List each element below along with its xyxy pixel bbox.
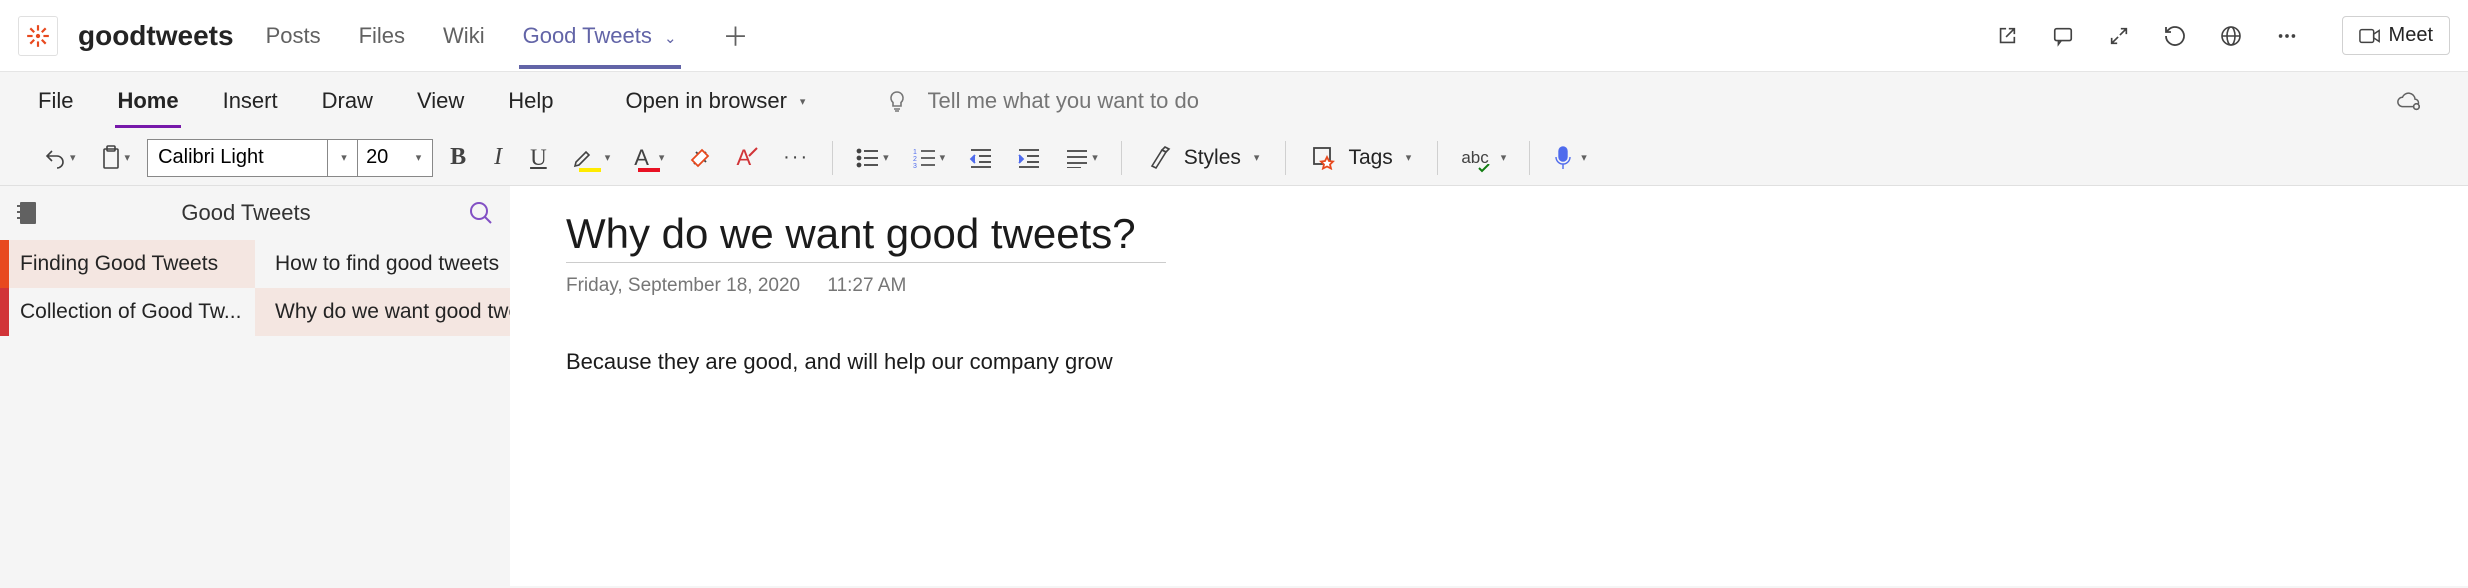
more-formatting-button[interactable]: ··· bbox=[776, 140, 816, 176]
clipboard-button[interactable]: ▾ bbox=[93, 140, 138, 176]
channel-logo bbox=[18, 16, 58, 56]
styles-button[interactable]: Styles ▾ bbox=[1138, 141, 1270, 175]
undo-button[interactable]: ▾ bbox=[36, 140, 83, 176]
divider bbox=[1529, 141, 1530, 175]
tab-files[interactable]: Files bbox=[355, 3, 409, 69]
chat-icon[interactable] bbox=[2050, 23, 2076, 49]
open-in-browser-label: Open in browser bbox=[626, 88, 787, 114]
font-selector: ▾ ▾ bbox=[147, 139, 433, 177]
share-icon[interactable] bbox=[1994, 23, 2020, 49]
sections-column: Finding Good Tweets Collection of Good T… bbox=[0, 240, 255, 586]
bold-button[interactable]: B bbox=[443, 140, 473, 176]
nav-header: Good Tweets bbox=[0, 186, 510, 240]
chevron-down-icon: ▾ bbox=[800, 95, 806, 108]
open-in-browser-button[interactable]: Open in browser ▾ bbox=[626, 88, 806, 114]
align-button[interactable]: ▾ bbox=[1058, 140, 1105, 176]
page-item[interactable]: How to find good tweets bbox=[255, 240, 510, 288]
font-color-button[interactable]: A▾ bbox=[627, 140, 671, 176]
tab-good-tweets[interactable]: Good Tweets ⌄ bbox=[519, 3, 681, 69]
team-name[interactable]: goodtweets bbox=[78, 20, 234, 52]
svg-text:2: 2 bbox=[913, 156, 917, 163]
teams-channel-header: goodtweets Posts Files Wiki Good Tweets … bbox=[0, 0, 2468, 72]
notebook-title[interactable]: Good Tweets bbox=[24, 200, 468, 226]
tab-wiki[interactable]: Wiki bbox=[439, 3, 489, 69]
indent-button[interactable] bbox=[1010, 140, 1048, 176]
page-date: Friday, September 18, 2020 bbox=[566, 275, 800, 296]
number-list-button[interactable]: 123▾ bbox=[906, 140, 953, 176]
cloud-sync-icon[interactable] bbox=[2396, 88, 2422, 114]
styles-label: Styles bbox=[1184, 146, 1241, 170]
font-name-dropdown[interactable]: ▾ bbox=[328, 140, 358, 176]
italic-button[interactable]: I bbox=[483, 140, 513, 176]
ribbon-tab-home[interactable]: Home bbox=[115, 74, 180, 128]
page-time: 11:27 AM bbox=[827, 275, 906, 296]
formatting-toolbar: ▾ ▾ ▾ ▾ B I U ▾ A▾ A ··· ▾ 123▾ ▾ Styles… bbox=[0, 130, 2468, 186]
format-painter-button[interactable]: A bbox=[729, 140, 766, 176]
nav-columns: Finding Good Tweets Collection of Good T… bbox=[0, 240, 510, 586]
styles-icon bbox=[1148, 146, 1174, 170]
highlight-button[interactable]: ▾ bbox=[564, 140, 618, 176]
globe-icon[interactable] bbox=[2218, 23, 2244, 49]
bullet-list-button[interactable]: ▾ bbox=[849, 140, 896, 176]
search-icon[interactable] bbox=[468, 200, 494, 226]
chevron-down-icon: ▾ bbox=[1406, 151, 1412, 164]
section-item[interactable]: Finding Good Tweets bbox=[0, 240, 255, 288]
tab-label: Good Tweets bbox=[523, 23, 652, 48]
tags-button[interactable]: Tags ▾ bbox=[1302, 141, 1421, 175]
svg-text:1: 1 bbox=[913, 149, 917, 156]
tab-posts[interactable]: Posts bbox=[262, 3, 325, 69]
expand-icon[interactable] bbox=[2106, 23, 2132, 49]
font-size-input[interactable] bbox=[358, 140, 402, 176]
content-area: Good Tweets Finding Good Tweets Collecti… bbox=[0, 186, 2468, 586]
more-options-icon[interactable] bbox=[2274, 23, 2300, 49]
tell-me-input[interactable] bbox=[927, 88, 1327, 114]
meet-button[interactable]: Meet bbox=[2342, 16, 2450, 55]
divider bbox=[1121, 141, 1122, 175]
page-body[interactable]: Because they are good, and will help our… bbox=[566, 349, 2412, 375]
ribbon-tab-view[interactable]: View bbox=[415, 74, 466, 128]
page-title[interactable]: Why do we want good tweets? bbox=[566, 210, 1166, 263]
tell-me-search[interactable] bbox=[885, 88, 1327, 114]
underline-button[interactable]: U bbox=[523, 140, 554, 176]
divider bbox=[832, 141, 833, 175]
add-tab-button[interactable]: ＋ bbox=[723, 17, 749, 54]
section-item[interactable]: Collection of Good Tw... bbox=[0, 288, 255, 336]
page-item[interactable]: Why do we want good twe... bbox=[255, 288, 510, 336]
header-actions: Meet bbox=[1994, 16, 2450, 55]
page-canvas[interactable]: Why do we want good tweets? Friday, Sept… bbox=[510, 186, 2468, 586]
ribbon-tab-draw[interactable]: Draw bbox=[320, 74, 375, 128]
navigation-panel: Good Tweets Finding Good Tweets Collecti… bbox=[0, 186, 510, 586]
font-size-dropdown[interactable]: ▾ bbox=[402, 140, 432, 176]
pages-column: How to find good tweets Why do we want g… bbox=[255, 240, 510, 586]
svg-text:3: 3 bbox=[913, 163, 917, 168]
divider bbox=[1437, 141, 1438, 175]
video-icon bbox=[2359, 27, 2381, 45]
outdent-button[interactable] bbox=[962, 140, 1000, 176]
divider bbox=[1285, 141, 1286, 175]
tag-star-icon bbox=[1312, 146, 1338, 170]
font-name-input[interactable] bbox=[148, 140, 328, 176]
dictate-button[interactable]: ▾ bbox=[1546, 140, 1594, 176]
page-timestamp: Friday, September 18, 2020 11:27 AM bbox=[566, 275, 2412, 297]
ribbon-tab-help[interactable]: Help bbox=[506, 74, 555, 128]
lightbulb-icon bbox=[885, 89, 909, 113]
tags-label: Tags bbox=[1348, 146, 1392, 170]
ribbon-tab-file[interactable]: File bbox=[36, 74, 75, 128]
refresh-icon[interactable] bbox=[2162, 23, 2188, 49]
clear-formatting-button[interactable] bbox=[681, 140, 719, 176]
spellcheck-button[interactable]: abc▾ bbox=[1454, 140, 1513, 176]
ribbon-tab-insert[interactable]: Insert bbox=[221, 74, 280, 128]
chevron-down-icon: ▾ bbox=[1254, 151, 1260, 164]
meet-label: Meet bbox=[2389, 24, 2433, 47]
ribbon-tabs: File Home Insert Draw View Help Open in … bbox=[0, 72, 2468, 130]
chevron-down-icon: ⌄ bbox=[664, 30, 677, 47]
